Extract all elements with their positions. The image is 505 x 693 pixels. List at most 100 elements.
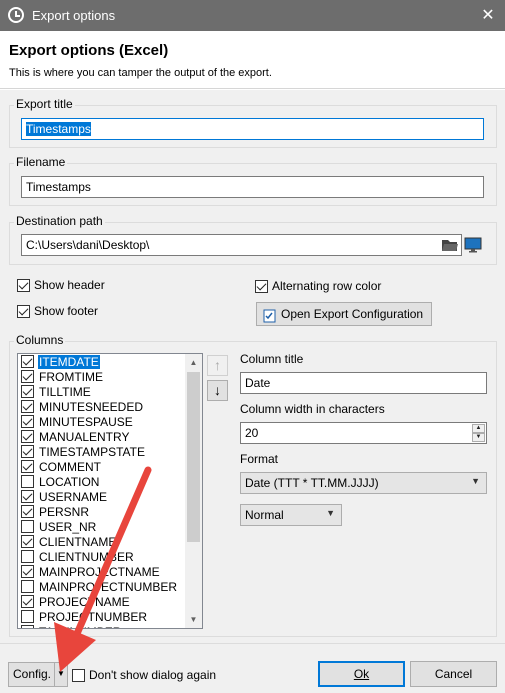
column-checkbox[interactable] [21,430,34,443]
columns-scrollbar[interactable]: ▲ ▼ [185,354,202,628]
scroll-up-icon[interactable]: ▲ [185,354,202,371]
dont-show-again-option[interactable]: Don't show dialog again [72,668,216,682]
chevron-down-icon: ▼ [471,476,480,486]
column-checkbox[interactable] [21,385,34,398]
column-checkbox[interactable] [21,580,34,593]
open-export-config-button[interactable]: Open Export Configuration [256,302,432,326]
column-checkbox[interactable] [21,625,34,628]
list-item[interactable]: TILLTIME [18,384,186,399]
export-title-label: Export title [14,97,75,111]
column-name: LOCATION [39,474,100,489]
spin-down-icon[interactable]: ▼ [472,433,485,442]
show-header-checkbox[interactable] [17,278,30,292]
column-checkbox[interactable] [21,505,34,518]
show-header-option[interactable]: Show header [17,278,105,292]
column-name: FROMTIME [39,369,103,384]
config-file-icon [263,308,277,323]
dialog-footer: Config. ▼ Don't show dialog again Ok Can… [0,643,505,693]
list-item[interactable]: ITEMDATE [18,354,186,369]
chevron-down-icon[interactable]: ▼ [54,663,67,686]
column-checkbox[interactable] [21,520,34,533]
list-item[interactable]: TASKNUMBER [18,624,186,628]
column-title-value: Date [245,376,271,390]
alternating-row-color-option[interactable]: Alternating row color [255,279,381,293]
column-checkbox[interactable] [21,565,34,578]
config-button[interactable]: Config. [9,663,55,686]
list-item[interactable]: CLIENTNAME [18,534,186,549]
format-select[interactable]: Date (TTT * TT.MM.JJJJ) ▼ [240,472,487,494]
desktop-button[interactable] [463,235,483,255]
column-checkbox[interactable] [21,535,34,548]
list-item[interactable]: PROJECTNUMBER [18,609,186,624]
list-item[interactable]: LOCATION [18,474,186,489]
show-footer-checkbox[interactable] [17,304,30,318]
list-item[interactable]: USER_NR [18,519,186,534]
show-footer-label: Show footer [34,304,99,318]
columns-list[interactable]: ITEMDATE FROMTIME TILLTIME MINUTESNEEDED MIN… [17,353,203,629]
export-title-value: Timestamps [26,122,91,136]
format-value: Date (TTT * TT.MM.JJJJ) [245,476,379,490]
list-item[interactable]: MINUTESPAUSE [18,414,186,429]
column-name: USERNAME [39,489,108,504]
filename-input[interactable]: Timestamps [21,176,484,198]
list-item[interactable]: MAINPROJECTNAME [18,564,186,579]
list-item[interactable]: MAINPROJECTNUMBER [18,579,186,594]
list-item[interactable]: PERSNR [18,504,186,519]
list-item[interactable]: USERNAME [18,489,186,504]
arrow-up-icon: ↑ [214,357,221,373]
move-down-button[interactable]: ↓ [207,380,228,401]
scroll-down-icon[interactable]: ▼ [185,611,202,628]
column-checkbox[interactable] [21,370,34,383]
destination-input[interactable]: C:\Users\dani\Desktop\ [21,234,462,256]
filename-value: Timestamps [26,180,91,194]
column-width-value: 20 [245,426,259,440]
show-footer-option[interactable]: Show footer [17,304,98,318]
ok-button[interactable]: Ok [318,661,405,687]
close-button[interactable]: ✕ [471,0,505,31]
column-checkbox[interactable] [21,355,34,368]
scroll-thumb[interactable] [187,372,200,542]
config-split-button[interactable]: Config. ▼ [8,662,68,687]
list-item[interactable]: PROJECTNAME [18,594,186,609]
column-checkbox[interactable] [21,475,34,488]
column-checkbox[interactable] [21,610,34,623]
column-name: CLIENTNAME [39,534,117,549]
column-checkbox[interactable] [21,415,34,428]
alternating-row-color-checkbox[interactable] [255,279,268,293]
list-item[interactable]: CLIENTNUMBER [18,549,186,564]
dont-show-again-checkbox[interactable] [72,668,85,682]
monitor-icon [464,237,482,253]
style-select[interactable]: Normal ▼ [240,504,342,526]
list-item[interactable]: MANUALENTRY [18,429,186,444]
column-title-label: Column title [240,352,304,366]
column-checkbox[interactable] [21,550,34,563]
column-checkbox[interactable] [21,595,34,608]
list-item[interactable]: TIMESTAMPSTATE [18,444,186,459]
list-item[interactable]: COMMENT [18,459,186,474]
column-checkbox[interactable] [21,490,34,503]
column-name: CLIENTNUMBER [39,549,134,564]
column-width-label: Column width in characters [240,402,385,416]
column-checkbox[interactable] [21,445,34,458]
list-item[interactable]: MINUTESNEEDED [18,399,186,414]
column-name: MAINPROJECTNUMBER [39,579,178,594]
title-bar: Export options ✕ [0,0,505,31]
column-width-input[interactable]: 20 ▲ ▼ [240,422,487,444]
dialog-header: Export options (Excel) This is where you… [0,31,505,89]
browse-folder-button[interactable] [440,235,460,255]
column-name: MINUTESPAUSE [39,414,133,429]
show-header-label: Show header [34,278,105,292]
dialog-description: This is where you can tamper the output … [9,67,272,79]
cancel-button[interactable]: Cancel [410,661,497,687]
columns-label: Columns [14,333,66,347]
move-up-button[interactable]: ↑ [207,355,228,376]
column-checkbox[interactable] [21,460,34,473]
spin-up-icon[interactable]: ▲ [472,424,485,433]
list-item[interactable]: FROMTIME [18,369,186,384]
column-checkbox[interactable] [21,400,34,413]
style-value: Normal [245,508,284,522]
column-name: USER_NR [39,519,97,534]
column-title-input[interactable]: Date [240,372,487,394]
export-title-input[interactable]: Timestamps [21,118,484,140]
column-name: TILLTIME [39,384,91,399]
